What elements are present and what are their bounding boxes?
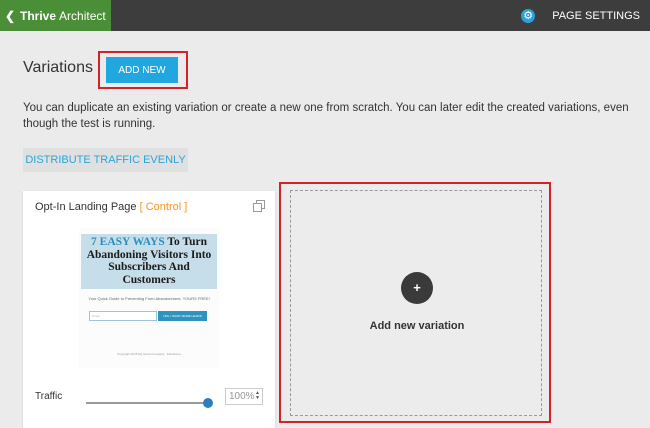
- page-settings-label: PAGE SETTINGS: [552, 9, 640, 22]
- traffic-slider[interactable]: [86, 398, 213, 408]
- variation-title: Opt-In Landing Page [ Control ]: [35, 201, 187, 213]
- back-to-editor-button[interactable]: ❮ Thrive Architect: [0, 0, 111, 31]
- preview-cta-button: YES, I WANT MORE LEADS!: [158, 311, 207, 321]
- traffic-percent-value: 100%: [229, 391, 255, 402]
- preview-subtitle: Your Quick Guide to Preventing Form Aban…: [88, 296, 210, 301]
- brand-sub: Architect: [59, 8, 106, 23]
- plus-icon[interactable]: +: [401, 272, 433, 304]
- page-title: Variations: [23, 59, 93, 76]
- chevron-left-icon: ❮: [4, 8, 16, 23]
- add-new-button[interactable]: ADD NEW: [106, 57, 178, 83]
- traffic-label: Traffic: [35, 391, 63, 402]
- description-text: You can duplicate an existing variation …: [23, 102, 629, 130]
- variation-card: Opt-In Landing Page [ Control ] 7 EASY W…: [23, 191, 275, 428]
- control-badge: [ Control ]: [139, 201, 188, 213]
- distribute-traffic-button[interactable]: DISTRIBUTE TRAFFIC EVENLY: [23, 148, 188, 172]
- traffic-slider-handle[interactable]: [203, 398, 213, 408]
- variation-preview[interactable]: 7 EASY WAYS To Turn Abandoning Visitors …: [79, 228, 219, 368]
- add-new-highlight: ADD NEW: [98, 51, 188, 89]
- add-variation-highlight: + Add new variation: [279, 182, 551, 423]
- page-settings-button[interactable]: ⚙ PAGE SETTINGS: [521, 0, 640, 31]
- traffic-percent-input[interactable]: 100% ▲ ▼: [225, 388, 263, 405]
- preview-footer: Copyright 2016 My Great Company · Discla…: [117, 352, 181, 356]
- add-variation-dropzone[interactable]: + Add new variation: [290, 190, 542, 416]
- preview-headline: 7 EASY WAYS To Turn Abandoning Visitors …: [81, 234, 217, 289]
- preview-email-field: Email: [89, 311, 157, 321]
- traffic-slider-fill: [86, 402, 208, 404]
- brand-name: Thrive: [20, 8, 57, 23]
- preview-headline-accent: 7 EASY WAYS: [91, 236, 165, 248]
- add-variation-label: Add new variation: [369, 320, 465, 332]
- stepper-icon[interactable]: ▲ ▼: [255, 391, 260, 401]
- top-bar: ❮ Thrive Architect ⚙ PAGE SETTINGS: [0, 0, 650, 31]
- variation-name[interactable]: Opt-In Landing Page: [35, 201, 137, 213]
- clone-icon[interactable]: [253, 200, 265, 212]
- gear-icon: ⚙: [521, 8, 536, 23]
